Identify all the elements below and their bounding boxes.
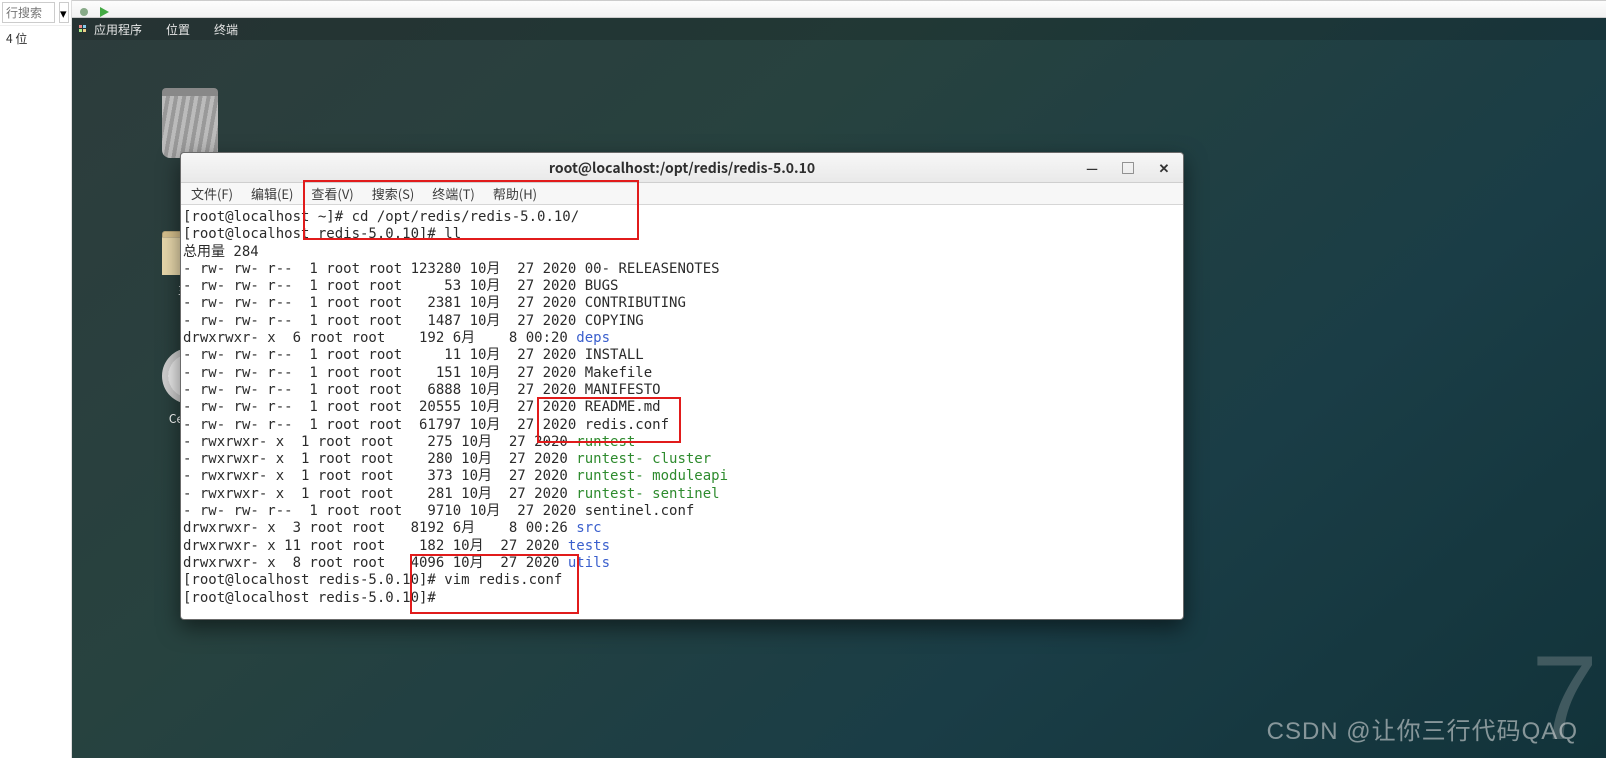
terminal-listing-line: drwxrwxr- x 8 root root 4096 10月 27 2020… <box>183 555 1181 572</box>
terminal-listing-line: - rw- rw- r-- 1 root root 20555 10月 27 2… <box>183 399 1181 416</box>
menu-view[interactable]: 查看(V) <box>311 184 353 203</box>
menu-help[interactable]: 帮助(H) <box>493 184 537 203</box>
status-text: 4 位 <box>0 26 71 51</box>
apps-icon <box>78 23 90 35</box>
terminal-listing-line: drwxrwxr- x 11 root root 182 10月 27 2020… <box>183 538 1181 555</box>
terminal-prompt-line: [root@localhost ~]# cd /opt/redis/redis-… <box>183 209 1181 226</box>
terminal-menubar: 文件(F) 编辑(E) 查看(V) 搜索(S) 终端(T) 帮助(H) <box>181 183 1183 205</box>
terminal-total-line: 总用量 284 <box>183 244 1181 261</box>
terminal-listing-line: - rw- rw- r-- 1 root root 53 10月 27 2020… <box>183 278 1181 295</box>
search-input[interactable] <box>2 2 55 23</box>
menu-search[interactable]: 搜索(S) <box>372 184 415 203</box>
terminal-listing-line: - rw- rw- r-- 1 root root 9710 10月 27 20… <box>183 503 1181 520</box>
ide-toolbar <box>72 0 1606 18</box>
maximize-button[interactable]: ▢ <box>1115 157 1141 177</box>
vm-viewport: 应用程序 位置 终端 回 主文 CentOS root@localhost:/o… <box>72 18 1606 758</box>
menu-edit[interactable]: 编辑(E) <box>251 184 293 203</box>
watermark: CSDN @让你三行代码QAQ <box>1267 711 1578 746</box>
gnome-applications[interactable]: 应用程序 <box>78 21 142 38</box>
terminal-listing-line: - rw- rw- r-- 1 root root 11 10月 27 2020… <box>183 347 1181 364</box>
terminal-prompt-line: [root@localhost redis-5.0.10]# ll <box>183 226 1181 243</box>
terminal-prompt-line: [root@localhost redis-5.0.10]# vim redis… <box>183 572 1181 589</box>
search-dropdown[interactable]: ▾ <box>59 2 69 23</box>
terminal-title-text: root@localhost:/opt/redis/redis-5.0.10 <box>549 158 815 178</box>
terminal-listing-line: - rw- rw- r-- 1 root root 123280 10月 27 … <box>183 261 1181 278</box>
ide-tool-icon <box>78 3 90 15</box>
terminal-titlebar[interactable]: root@localhost:/opt/redis/redis-5.0.10 —… <box>181 153 1183 183</box>
terminal-listing-line: - rwxrwxr- x 1 root root 281 10月 27 2020… <box>183 486 1181 503</box>
menu-file[interactable]: 文件(F) <box>191 184 233 203</box>
gnome-terminal[interactable]: 终端 <box>214 21 238 38</box>
terminal-prompt-line: [root@localhost redis-5.0.10]# <box>183 590 1181 607</box>
gnome-places[interactable]: 位置 <box>166 21 190 38</box>
gnome-top-bar: 应用程序 位置 终端 <box>72 18 1606 40</box>
terminal-body[interactable]: [root@localhost ~]# cd /opt/redis/redis-… <box>181 205 1183 619</box>
terminal-listing-line: - rw- rw- r-- 1 root root 1487 10月 27 20… <box>183 313 1181 330</box>
terminal-listing-line: - rw- rw- r-- 1 root root 151 10月 27 202… <box>183 365 1181 382</box>
close-button[interactable]: ✕ <box>1151 157 1177 177</box>
terminal-listing-line: - rw- rw- r-- 1 root root 61797 10月 27 2… <box>183 417 1181 434</box>
ide-play-icon[interactable] <box>98 3 110 15</box>
terminal-listing-line: - rwxrwxr- x 1 root root 373 10月 27 2020… <box>183 468 1181 485</box>
terminal-listing-line: - rwxrwxr- x 1 root root 275 10月 27 2020… <box>183 434 1181 451</box>
menu-terminal[interactable]: 终端(T) <box>432 184 475 203</box>
ide-left-pane: ▾ 4 位 <box>0 0 72 758</box>
trash-icon <box>162 88 218 158</box>
terminal-listing-line: drwxrwxr- x 3 root root 8192 6月 8 00:26 … <box>183 520 1181 537</box>
terminal-listing-line: drwxrwxr- x 6 root root 192 6月 8 00:20 d… <box>183 330 1181 347</box>
terminal-window: root@localhost:/opt/redis/redis-5.0.10 —… <box>180 152 1184 620</box>
terminal-listing-line: - rwxrwxr- x 1 root root 280 10月 27 2020… <box>183 451 1181 468</box>
terminal-listing-line: - rw- rw- r-- 1 root root 6888 10月 27 20… <box>183 382 1181 399</box>
apps-label: 应用程序 <box>94 21 142 38</box>
terminal-listing-line: - rw- rw- r-- 1 root root 2381 10月 27 20… <box>183 295 1181 312</box>
minimize-button[interactable]: — <box>1079 157 1105 177</box>
